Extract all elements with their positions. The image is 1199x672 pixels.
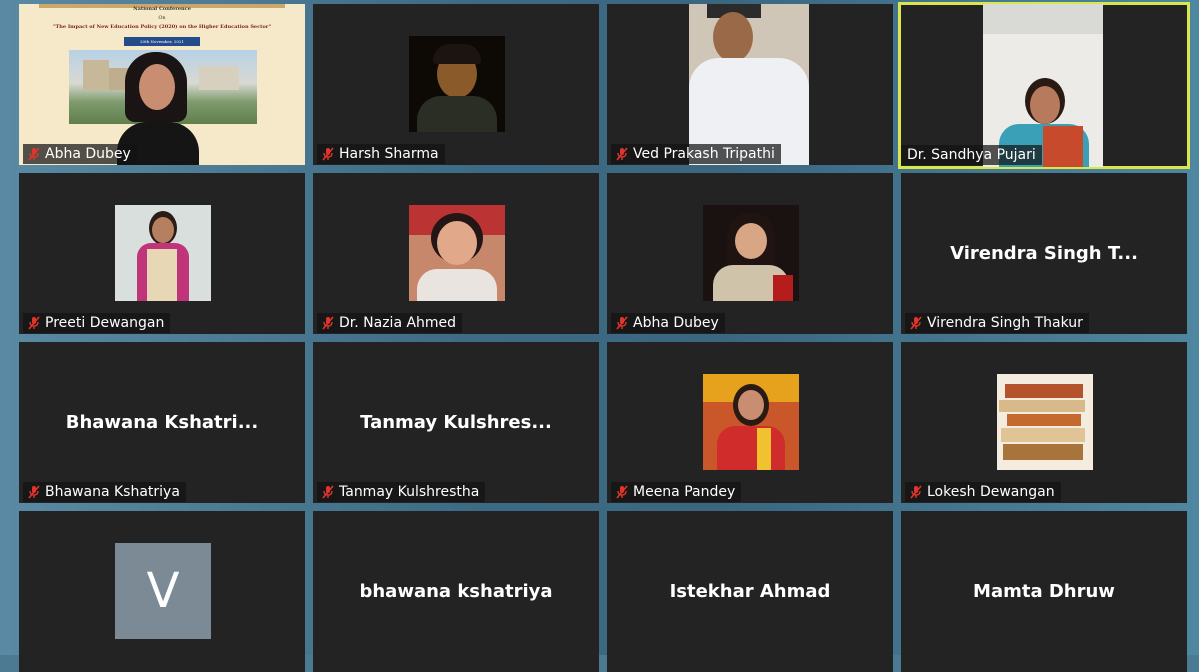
participant-name: Harsh Sharma — [339, 146, 439, 162]
participant-video — [115, 205, 211, 301]
participant-display-name: Virendra Singh T... — [950, 243, 1138, 264]
participant-name-tag: Abha Dubey — [611, 313, 725, 333]
participant-name-tag: Bhawana Kshatriya — [23, 482, 186, 502]
participant-name-tag: Dr. Nazia Ahmed — [317, 313, 463, 333]
participant-video — [703, 205, 799, 301]
participant-display-name: bhawana kshatriya — [359, 581, 553, 602]
participant-tile-active[interactable]: Dr. Sandhya Pujari — [898, 2, 1190, 169]
slide-line3: "The Impact of New Education Policy (202… — [52, 24, 272, 30]
participant-display-name: Tanmay Kulshres... — [360, 412, 552, 433]
slide-date: 20th November, 2021 — [124, 37, 200, 46]
mic-muted-icon — [322, 147, 334, 161]
mic-muted-icon — [616, 316, 628, 330]
shared-slide: National Conference On "The Impact of Ne… — [19, 4, 305, 165]
participant-display-name: Bhawana Kshatri... — [65, 412, 259, 433]
participant-display-name: Mamta Dhruw — [973, 581, 1115, 602]
participant-video — [409, 205, 505, 301]
participant-name-tag: Dr. Sandhya Pujari — [901, 145, 1042, 165]
mic-muted-icon — [616, 485, 628, 499]
participant-video — [983, 4, 1103, 167]
avatar: V — [115, 543, 211, 639]
mic-muted-icon — [322, 316, 334, 330]
participant-video — [689, 4, 809, 165]
participant-name-tag: Abha Dubey — [23, 144, 137, 164]
participant-tile[interactable]: bhawana kshatriya — [313, 511, 599, 672]
participant-name-tag: Tanmay Kulshrestha — [317, 482, 486, 502]
video-grid: National Conference On "The Impact of Ne… — [0, 0, 1199, 672]
participant-tile[interactable]: Virendra Singh T... Virendra Singh Thaku… — [901, 173, 1187, 334]
participant-name-tag: Harsh Sharma — [317, 144, 445, 164]
participant-name: Preeti Dewangan — [45, 315, 165, 331]
participant-tile[interactable]: Preeti Dewangan — [19, 173, 305, 334]
participant-video — [997, 374, 1093, 470]
slide-line1: National Conference — [133, 6, 191, 12]
participant-name: Ved Prakash Tripathi — [633, 146, 775, 162]
participant-tile[interactable]: Meena Pandey — [607, 342, 893, 503]
participant-tile[interactable]: Abha Dubey — [607, 173, 893, 334]
participant-name: Meena Pandey — [633, 484, 736, 500]
participant-name: Tanmay Kulshrestha — [339, 484, 480, 500]
mic-muted-icon — [910, 485, 922, 499]
participant-tile[interactable]: Istekhar Ahmad — [607, 511, 893, 672]
participant-tile[interactable]: Harsh Sharma — [313, 4, 599, 165]
participant-tile[interactable]: V — [19, 511, 305, 672]
participant-name: Dr. Sandhya Pujari — [907, 147, 1036, 163]
participant-tile[interactable]: Ved Prakash Tripathi — [607, 4, 893, 165]
participant-tile[interactable]: Lokesh Dewangan — [901, 342, 1187, 503]
participant-name: Lokesh Dewangan — [927, 484, 1055, 500]
participant-tile[interactable]: Tanmay Kulshres... Tanmay Kulshrestha — [313, 342, 599, 503]
participant-name-tag: Ved Prakash Tripathi — [611, 144, 781, 164]
participant-tile[interactable]: Mamta Dhruw — [901, 511, 1187, 672]
mic-muted-icon — [28, 147, 40, 161]
participant-name-tag: Meena Pandey — [611, 482, 742, 502]
participant-video — [409, 36, 505, 132]
participant-display-name: Istekhar Ahmad — [669, 581, 831, 602]
participant-name: Abha Dubey — [633, 315, 719, 331]
participant-tile[interactable]: Dr. Nazia Ahmed — [313, 173, 599, 334]
participant-name-tag: Preeti Dewangan — [23, 313, 171, 333]
participant-tile[interactable]: Bhawana Kshatri... Bhawana Kshatriya — [19, 342, 305, 503]
mic-muted-icon — [616, 147, 628, 161]
participant-name: Dr. Nazia Ahmed — [339, 315, 457, 331]
participant-name-tag: Lokesh Dewangan — [905, 482, 1061, 502]
mic-muted-icon — [28, 316, 40, 330]
participant-video — [703, 374, 799, 470]
participant-name-tag: Virendra Singh Thakur — [905, 313, 1089, 333]
participant-tile[interactable]: National Conference On "The Impact of Ne… — [19, 4, 305, 165]
mic-muted-icon — [910, 316, 922, 330]
slide-line2: On — [158, 15, 166, 21]
participant-name: Bhawana Kshatriya — [45, 484, 180, 500]
mic-muted-icon — [28, 485, 40, 499]
participant-name: Virendra Singh Thakur — [927, 315, 1083, 331]
participant-name: Abha Dubey — [45, 146, 131, 162]
mic-muted-icon — [322, 485, 334, 499]
